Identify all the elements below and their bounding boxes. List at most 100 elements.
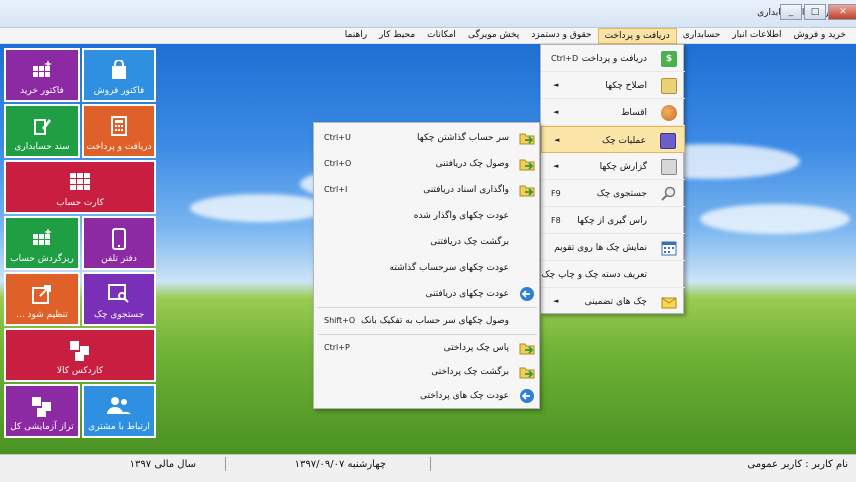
return-circle-icon (520, 389, 534, 403)
tile-panel: فاکتور فروش فاکتور خرید دریافت و پرداخت … (4, 48, 158, 448)
tile-purchase-invoice[interactable]: فاکتور خرید (4, 48, 80, 102)
menu-item-check-due-calc[interactable]: راس گیری از چکها F8 (541, 207, 685, 234)
tile-item-cardex[interactable]: کاردکس کالا (4, 328, 156, 382)
folder-arrow-icon (519, 343, 535, 355)
tile-label: دریافت و پرداخت (86, 142, 152, 152)
menu-item-receipts-payments[interactable]: $ دریافت و پرداخت Ctrl+D (541, 45, 685, 72)
pen-document-icon (34, 119, 51, 135)
menu-item-assign-receivables[interactable]: واگذاری اسناد دریافتنی Ctrl+I (314, 177, 541, 203)
menu-tools[interactable]: امکانات (421, 28, 462, 44)
menu-help[interactable]: راهنما (339, 28, 373, 44)
folder-arrow-icon (519, 159, 535, 171)
menu-item-return-assigned-checks[interactable]: عودت چکهای واگذار شده (314, 203, 541, 229)
menu-item-check-search[interactable]: جستجوی چک F9 (541, 180, 685, 207)
minimize-button[interactable]: _ (780, 4, 802, 20)
status-user: نام کاربر : کاربر عمومی (747, 459, 848, 470)
shopping-bag-icon (112, 60, 126, 79)
menu-accounting[interactable]: حسابداری (677, 28, 726, 44)
status-fiscal-year: سال مالی ۱۳۹۷ (129, 459, 196, 470)
phone-icon (112, 228, 126, 250)
tile-label: کارت حساب (56, 198, 104, 208)
menu-item-deposit-checks[interactable]: سر حساب گذاشتن چکها Ctrl+U (314, 125, 541, 151)
submenu-arrow-icon: ◄ (554, 136, 560, 144)
menu-item-return-received-checks[interactable]: عودت چکهای دریافتنی (314, 281, 541, 307)
squares-icon (32, 397, 51, 417)
check-operations-menu: سر حساب گذاشتن چکها Ctrl+U وصول چک دریاف… (313, 122, 540, 409)
menu-item-installments[interactable]: اقساط ◄ (541, 99, 685, 126)
tile-customizable[interactable]: تنظیم شود ... (4, 272, 80, 326)
submenu-arrow-icon: ◄ (553, 162, 559, 170)
tile-receipts-payments[interactable]: دریافت و پرداخت (82, 104, 156, 158)
tile-trial-balance[interactable]: تراز آزمایشی کل (4, 384, 80, 438)
tile-label: جستجوی چک (93, 310, 145, 320)
menu-item-pass-paid-check[interactable]: پاس چک پرداختی Ctrl+P (314, 335, 541, 361)
envelope-icon (661, 297, 677, 309)
people-money-icon (661, 105, 677, 121)
tile-label: تراز آزمایشی کل (10, 422, 74, 432)
tile-check-search[interactable]: جستجوی چک (82, 272, 156, 326)
printer-icon (661, 159, 677, 175)
menu-item-collect-by-bank[interactable]: وصول چکهای سر حساب به تفکیک بانک Shift+O (314, 308, 541, 334)
tile-sales-invoice[interactable]: فاکتور فروش (82, 48, 156, 102)
menu-bar: خرید و فروش اطلاعات انبار حسابداری دریاف… (0, 28, 856, 44)
table-grid-icon (70, 173, 90, 190)
status-divider (430, 457, 431, 471)
menu-payroll[interactable]: حقوق و دستمزد (525, 28, 597, 44)
menu-item-return-deposited-checks[interactable]: عودت چکهای سرحساب گذاشته (314, 255, 541, 281)
folder-arrow-icon (519, 185, 535, 197)
grid-sparkle-icon (33, 228, 52, 245)
tile-label: فاکتور خرید (20, 86, 64, 96)
maximize-button[interactable]: □ (804, 4, 826, 20)
window-controls: _ □ ✕ (780, 4, 856, 20)
tile-accounting-voucher[interactable]: سند حسابداری (4, 104, 80, 158)
tile-label: سند حسابداری (14, 142, 70, 152)
submenu-arrow-icon: ◄ (553, 297, 559, 305)
tile-account-card[interactable]: کارت حساب (4, 160, 156, 214)
tile-label: کاردکس کالا (56, 366, 104, 376)
edit-check-icon (661, 78, 677, 94)
menu-distribution[interactable]: پخش مویرگی (462, 28, 525, 44)
submenu-arrow-icon: ◄ (553, 108, 559, 116)
tile-label: ارتباط با مشتری (88, 422, 150, 432)
users-icon (107, 397, 131, 414)
book-icon (660, 133, 676, 149)
search-window-icon (108, 284, 129, 303)
folder-arrow-icon (519, 133, 535, 145)
menu-item-return-paid-checks[interactable]: عودت چک های پرداختی (314, 383, 541, 409)
title-bar: A نرم افزار حسابداری _ □ ✕ (0, 0, 856, 28)
calendar-icon (661, 241, 677, 256)
tile-customer-relations[interactable]: ارتباط با مشتری (82, 384, 156, 438)
folder-arrow-icon (519, 367, 535, 379)
tile-label: ریزگردش حساب (10, 254, 74, 264)
receipts-payments-menu: $ دریافت و پرداخت Ctrl+D اصلاح چکها ◄ اق… (540, 44, 685, 315)
tile-label: تنظیم شود ... (16, 310, 68, 320)
tile-account-turnover[interactable]: ریزگردش حساب (4, 216, 80, 270)
squares-icon (70, 341, 89, 361)
menu-receipts-payments[interactable]: دریافت و پرداخت (597, 28, 677, 44)
magnifier-icon (661, 186, 676, 201)
submenu-arrow-icon: ◄ (553, 81, 559, 89)
grid-sparkle-icon (33, 60, 52, 77)
menu-item-check-operations[interactable]: عملیات چک ◄ (541, 126, 685, 153)
status-divider (225, 457, 226, 471)
menu-workspace[interactable]: محیط کار (373, 28, 421, 44)
tile-label: فاکتور فروش (93, 86, 145, 96)
menu-item-guarantee-checks[interactable]: چک های تضمینی ◄ (541, 288, 685, 315)
calculator-icon (111, 116, 127, 136)
menu-item-check-calendar[interactable]: نمایش چک ها روی تقویم (541, 234, 685, 261)
menu-item-checkbook-print[interactable]: تعریف دسته چک و چاپ چک (541, 261, 685, 288)
menu-inventory[interactable]: اطلاعات انبار (726, 28, 787, 44)
menu-item-collect-received-check[interactable]: وصول چک دریافتنی Ctrl+O (314, 151, 541, 177)
status-bar: نام کاربر : کاربر عمومی چهارشنبه ۱۳۹۷/۰۹… (0, 454, 856, 482)
tile-label: دفتر تلفن (101, 254, 137, 264)
menu-item-edit-checks[interactable]: اصلاح چکها ◄ (541, 72, 685, 99)
menu-item-bounce-paid-check[interactable]: برگشت چک پرداختی (314, 359, 541, 385)
return-circle-icon (520, 287, 534, 301)
tile-phonebook[interactable]: دفتر تلفن (82, 216, 156, 270)
menu-sales[interactable]: خرید و فروش (788, 28, 852, 44)
dollar-icon: $ (661, 51, 677, 67)
menu-item-bounce-received-check[interactable]: برگشت چک دریافتنی (314, 229, 541, 255)
menu-item-check-reports[interactable]: گزارش چکها ◄ (541, 153, 685, 180)
close-button[interactable]: ✕ (828, 4, 856, 20)
external-link-icon (32, 285, 51, 304)
